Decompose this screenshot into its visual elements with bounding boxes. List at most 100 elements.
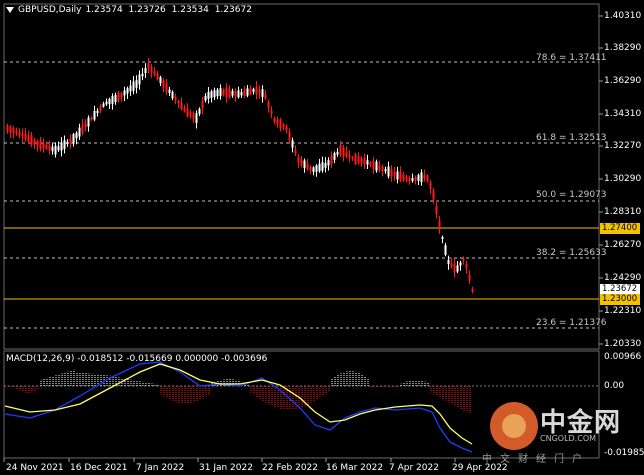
candle-body (294, 149, 297, 155)
fib-label-236: 23.6 = 1.21376 (536, 318, 607, 328)
macd-axis-label: 0.00 (604, 381, 625, 391)
candle-body (378, 165, 381, 170)
time-label: 22 Feb 2022 (262, 463, 319, 473)
price-label: 1.32270 (604, 141, 642, 151)
candle-body (330, 155, 333, 164)
candle-body (372, 160, 375, 170)
price-label: 1.30290 (604, 174, 642, 184)
candle-body (228, 88, 231, 98)
candle-body (258, 90, 261, 93)
candle-body (306, 163, 309, 170)
candle-body (303, 160, 306, 169)
candle-body (390, 168, 393, 177)
candle-body (345, 151, 348, 157)
candle-body (66, 141, 69, 145)
caret-down-icon[interactable] (6, 7, 14, 13)
candle-body (285, 125, 288, 131)
candle-body (123, 90, 126, 96)
candle-body (243, 89, 246, 97)
candle-body (45, 144, 48, 149)
candle-body (282, 124, 285, 128)
candle-body (267, 101, 270, 107)
chart-window[interactable]: GBPUSD,Daily 1.23574 1.23726 1.23534 1.2… (0, 0, 644, 475)
candle-body (381, 166, 384, 171)
fib-label-786: 78.6 = 1.37411 (536, 53, 607, 63)
ohlc-values: 1.23574 1.23726 1.23534 1.23672 (85, 5, 255, 15)
candle-body (138, 74, 141, 85)
candle-body (21, 133, 24, 137)
candle-body (63, 140, 66, 150)
candle-body (117, 92, 120, 102)
candle-body (402, 174, 405, 181)
candle-body (6, 125, 9, 132)
candle-body (111, 96, 114, 104)
cngold-logo-icon (490, 402, 538, 450)
candle-body (336, 151, 339, 155)
candle-body (183, 107, 186, 112)
candle-body (30, 135, 33, 146)
candle-body (240, 92, 243, 96)
open-value: 1.23574 (85, 5, 123, 15)
candle-body (405, 176, 408, 181)
candle-body (36, 141, 39, 146)
candle-body (324, 162, 327, 168)
candle-body (456, 265, 459, 272)
candle-body (255, 86, 258, 95)
candle-body (213, 90, 216, 98)
symbol-label: GBPUSD,Daily (18, 5, 82, 15)
support-price-tag: 1.23000 (600, 294, 640, 305)
macd-title: MACD(12,26,9) -0.018512 -0.015669 0.0000… (6, 354, 268, 364)
candle-body (351, 156, 354, 160)
candle-body (72, 134, 75, 144)
candle-body (207, 91, 210, 99)
candle-body (186, 108, 189, 117)
candle-body (387, 166, 390, 177)
candle-body (78, 127, 81, 137)
candle-body (471, 288, 474, 292)
candle-body (9, 126, 12, 133)
candle-body (39, 140, 42, 150)
main-plot-border (3, 3, 600, 350)
candle-body (366, 160, 369, 165)
candle-body (399, 172, 402, 181)
candle-body (465, 263, 468, 269)
candle-body (438, 220, 441, 230)
candle-body (81, 124, 84, 133)
candle-body (396, 171, 399, 180)
macd-histogram (7, 369, 471, 414)
candle-body (42, 143, 45, 149)
candle-body (195, 113, 198, 123)
candle-body (93, 110, 96, 120)
price-label: 1.36290 (604, 76, 642, 86)
candle-body (459, 262, 462, 266)
candle-body (270, 110, 273, 114)
candle-body (264, 94, 267, 99)
candle-body (51, 146, 54, 152)
price-label: 1.28310 (604, 207, 642, 217)
candle-body (300, 159, 303, 166)
candle-body (222, 89, 225, 95)
price-label: 1.26270 (604, 240, 642, 250)
candle-body (216, 89, 219, 97)
candle-body (468, 274, 471, 282)
time-axis-ticks (3, 458, 456, 462)
candle-body (105, 101, 108, 105)
candle-body (414, 177, 417, 181)
candle-body (165, 82, 168, 93)
high-value: 1.23726 (128, 5, 166, 15)
candle-body (447, 259, 450, 265)
candle-body (114, 94, 117, 103)
candle-body (357, 156, 360, 163)
fib-label-618: 61.8 = 1.32513 (536, 133, 607, 143)
time-label: 24 Nov 2021 (6, 463, 64, 473)
candle-body (135, 80, 138, 88)
candle-body (225, 87, 228, 98)
candle-body (261, 89, 264, 98)
candle-body (48, 145, 51, 151)
candle-body (147, 63, 150, 69)
fib-lines (4, 61, 599, 329)
candle-body (237, 90, 240, 98)
candle-body (156, 73, 159, 80)
candle-body (360, 157, 363, 164)
candle-body (99, 106, 102, 111)
